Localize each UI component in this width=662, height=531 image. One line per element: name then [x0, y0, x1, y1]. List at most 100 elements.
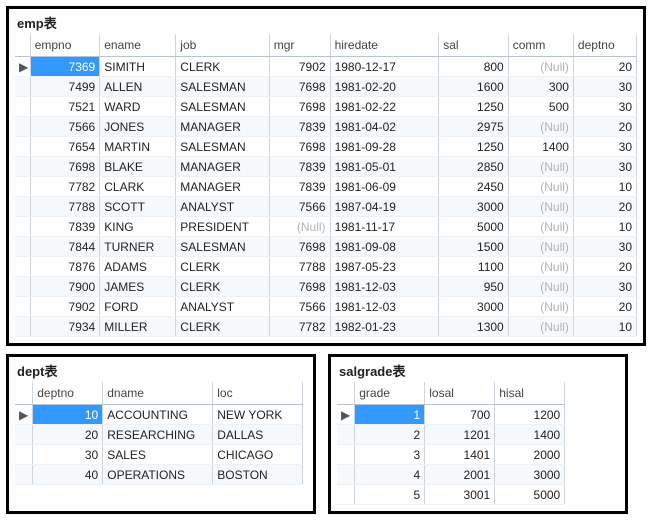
table-row[interactable]: 7900JAMESCLERK76981981-12-03950(Null)30	[15, 277, 637, 297]
salgrade-table[interactable]: grade losal hisal ▶170012002120114003140…	[337, 382, 565, 505]
cell-dname[interactable]: ACCOUNTING	[103, 405, 213, 425]
cell-mgr[interactable]: 7839	[269, 177, 330, 197]
cell-job[interactable]: PRESIDENT	[176, 217, 269, 237]
cell-loc[interactable]: NEW YORK	[213, 405, 303, 425]
cell-job[interactable]: SALESMAN	[176, 137, 269, 157]
col-header[interactable]: job	[176, 34, 269, 57]
cell-hiredate[interactable]: 1982-01-23	[330, 317, 439, 337]
cell-hiredate[interactable]: 1981-04-02	[330, 117, 439, 137]
cell-job[interactable]: SALESMAN	[176, 77, 269, 97]
cell-loc[interactable]: BOSTON	[213, 465, 303, 485]
table-row[interactable]: 7876ADAMSCLERK77881987-05-231100(Null)20	[15, 257, 637, 277]
cell-comm[interactable]: (Null)	[508, 297, 573, 317]
cell-loc[interactable]: CHICAGO	[213, 445, 303, 465]
cell-deptno[interactable]: 30	[573, 237, 636, 257]
cell-job[interactable]: MANAGER	[176, 117, 269, 137]
cell-hisal[interactable]: 1400	[495, 425, 565, 445]
cell-deptno[interactable]: 30	[573, 97, 636, 117]
table-row[interactable]: ▶10ACCOUNTINGNEW YORK	[15, 405, 303, 425]
cell-mgr[interactable]: 7698	[269, 77, 330, 97]
cell-ename[interactable]: WARD	[100, 97, 176, 117]
table-row[interactable]: 7698BLAKEMANAGER78391981-05-012850(Null)…	[15, 157, 637, 177]
cell-job[interactable]: ANALYST	[176, 297, 269, 317]
cell-deptno[interactable]: 20	[573, 197, 636, 217]
cell-sal[interactable]: 3000	[439, 197, 509, 217]
cell-job[interactable]: MANAGER	[176, 157, 269, 177]
cell-comm[interactable]: 500	[508, 97, 573, 117]
table-row[interactable]: 7844TURNERSALESMAN76981981-09-081500(Nul…	[15, 237, 637, 257]
col-header[interactable]: dname	[103, 382, 213, 405]
table-row[interactable]: 7566JONESMANAGER78391981-04-022975(Null)…	[15, 117, 637, 137]
cell-job[interactable]: CLERK	[176, 57, 269, 77]
table-row[interactable]: 212011400	[337, 425, 565, 445]
cell-sal[interactable]: 2450	[439, 177, 509, 197]
cell-empno[interactable]: 7844	[30, 237, 100, 257]
cell-sal[interactable]: 2850	[439, 157, 509, 177]
cell-grade[interactable]: 2	[355, 425, 425, 445]
cell-sal[interactable]: 1250	[439, 137, 509, 157]
cell-grade[interactable]: 4	[355, 465, 425, 485]
table-row[interactable]: 530015000	[337, 485, 565, 505]
cell-sal[interactable]: 1500	[439, 237, 509, 257]
cell-empno[interactable]: 7698	[30, 157, 100, 177]
emp-table[interactable]: empno ename job mgr hiredate sal comm de…	[15, 34, 637, 337]
cell-deptno[interactable]: 10	[573, 177, 636, 197]
cell-mgr[interactable]: (Null)	[269, 217, 330, 237]
cell-hiredate[interactable]: 1987-05-23	[330, 257, 439, 277]
table-row[interactable]: ▶7369SIMITHCLERK79021980-12-17800(Null)2…	[15, 57, 637, 77]
cell-job[interactable]: ANALYST	[176, 197, 269, 217]
cell-sal[interactable]: 1100	[439, 257, 509, 277]
cell-empno[interactable]: 7788	[30, 197, 100, 217]
cell-ename[interactable]: ADAMS	[100, 257, 176, 277]
cell-mgr[interactable]: 7566	[269, 197, 330, 217]
cell-job[interactable]: CLERK	[176, 257, 269, 277]
cell-sal[interactable]: 800	[439, 57, 509, 77]
cell-hiredate[interactable]: 1981-02-22	[330, 97, 439, 117]
cell-empno[interactable]: 7521	[30, 97, 100, 117]
cell-empno[interactable]: 7902	[30, 297, 100, 317]
cell-empno[interactable]: 7782	[30, 177, 100, 197]
table-row[interactable]: 30SALESCHICAGO	[15, 445, 303, 465]
cell-deptno[interactable]: 40	[33, 465, 103, 485]
cell-ename[interactable]: MARTIN	[100, 137, 176, 157]
table-row[interactable]: 7654MARTINSALESMAN76981981-09-2812501400…	[15, 137, 637, 157]
cell-ename[interactable]: SIMITH	[100, 57, 176, 77]
cell-ename[interactable]: FORD	[100, 297, 176, 317]
cell-job[interactable]: CLERK	[176, 317, 269, 337]
cell-ename[interactable]: TURNER	[100, 237, 176, 257]
cell-empno[interactable]: 7900	[30, 277, 100, 297]
cell-ename[interactable]: BLAKE	[100, 157, 176, 177]
table-row[interactable]: 7782CLARKMANAGER78391981-06-092450(Null)…	[15, 177, 637, 197]
cell-comm[interactable]: (Null)	[508, 57, 573, 77]
col-header[interactable]: deptno	[573, 34, 636, 57]
col-header[interactable]: hisal	[495, 382, 565, 405]
cell-mgr[interactable]: 7698	[269, 277, 330, 297]
cell-deptno[interactable]: 20	[573, 297, 636, 317]
cell-sal[interactable]: 1250	[439, 97, 509, 117]
col-header[interactable]: losal	[425, 382, 495, 405]
cell-comm[interactable]: 300	[508, 77, 573, 97]
cell-hisal[interactable]: 3000	[495, 465, 565, 485]
cell-empno[interactable]: 7876	[30, 257, 100, 277]
cell-ename[interactable]: JAMES	[100, 277, 176, 297]
dept-table[interactable]: deptno dname loc ▶10ACCOUNTINGNEW YORK20…	[15, 382, 303, 485]
cell-losal[interactable]: 3001	[425, 485, 495, 505]
cell-hisal[interactable]: 2000	[495, 445, 565, 465]
cell-losal[interactable]: 1401	[425, 445, 495, 465]
cell-losal[interactable]: 700	[425, 405, 495, 425]
cell-dname[interactable]: OPERATIONS	[103, 465, 213, 485]
cell-comm[interactable]: (Null)	[508, 257, 573, 277]
cell-grade[interactable]: 5	[355, 485, 425, 505]
table-row[interactable]: 20RESEARCHINGDALLAS	[15, 425, 303, 445]
col-header[interactable]: ename	[100, 34, 176, 57]
cell-losal[interactable]: 1201	[425, 425, 495, 445]
cell-sal[interactable]: 1300	[439, 317, 509, 337]
cell-deptno[interactable]: 30	[573, 277, 636, 297]
cell-mgr[interactable]: 7839	[269, 117, 330, 137]
cell-ename[interactable]: JONES	[100, 117, 176, 137]
cell-deptno[interactable]: 30	[573, 137, 636, 157]
cell-hisal[interactable]: 5000	[495, 485, 565, 505]
cell-deptno[interactable]: 20	[573, 57, 636, 77]
cell-deptno[interactable]: 30	[573, 77, 636, 97]
col-header[interactable]: hiredate	[330, 34, 439, 57]
